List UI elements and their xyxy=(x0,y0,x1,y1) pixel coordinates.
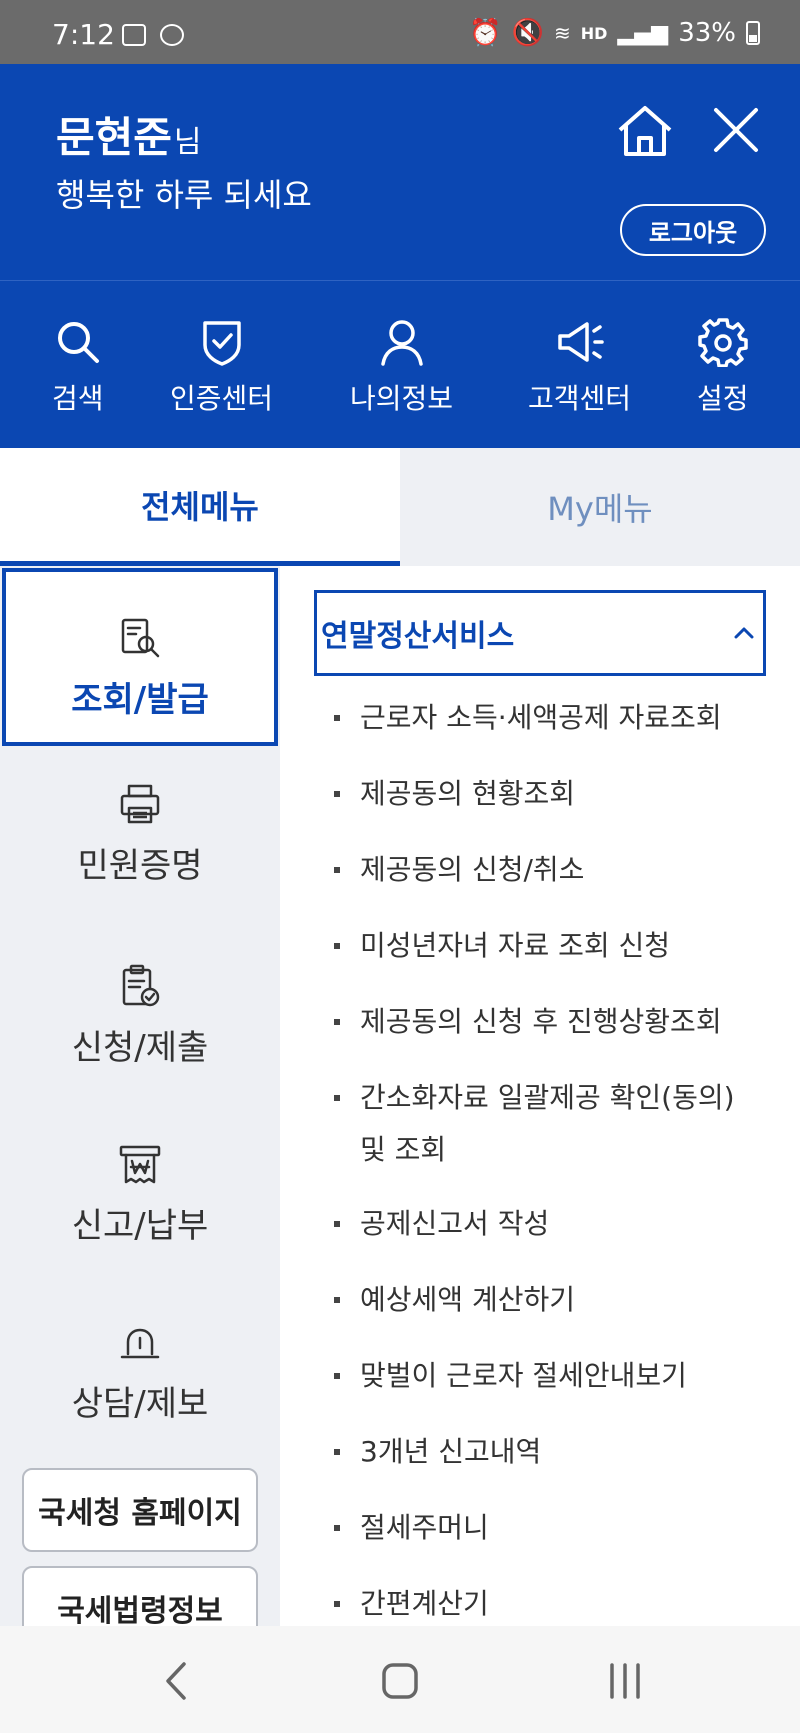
back-icon xyxy=(166,1662,186,1700)
category-inquiry-issuance[interactable]: 조회/발급 xyxy=(2,568,278,746)
category-civil-certificates[interactable]: 민원증명 xyxy=(0,782,280,887)
wifi-icon: ≋ xyxy=(554,21,571,45)
bullet-icon xyxy=(334,1095,340,1101)
quick-nav-auth-center[interactable]: 인증센터 xyxy=(170,317,273,417)
signal-icon: ▂▄▆ xyxy=(617,20,669,46)
category-label: 민원증명 xyxy=(77,846,203,886)
quick-nav-label: 검색 xyxy=(52,382,104,415)
status-time: 7:12 xyxy=(52,18,115,51)
menu-item[interactable]: 절세주머니 xyxy=(334,1502,774,1554)
category-label: 상담/제보 xyxy=(71,1384,209,1424)
section-year-end-settlement[interactable]: 연말정산서비스 xyxy=(314,590,766,676)
tab-my-menu[interactable]: My메뉴 xyxy=(400,448,800,566)
alarm-icon: ⏰ xyxy=(469,18,502,48)
bullet-icon xyxy=(334,867,340,873)
home-button[interactable] xyxy=(614,100,676,162)
quick-nav-my-info[interactable]: 나의정보 xyxy=(350,317,453,417)
tab-all-menu[interactable]: 전체메뉴 xyxy=(0,448,400,566)
battery-level: 33% xyxy=(678,18,736,48)
shield-check-icon xyxy=(202,321,241,366)
menu-header: 문현준 님 행복한 하루 되세요 로그아웃 xyxy=(0,64,800,280)
quick-nav-settings[interactable]: 설정 xyxy=(697,317,749,417)
bullet-icon xyxy=(334,1019,340,1025)
quick-nav-label: 설정 xyxy=(697,382,749,415)
gallery-notification-icon xyxy=(122,24,146,46)
category-sidebar: 조회/발급 민원증명 신청/제출 신고/납부 상담/제보 국세청 홈페이지 국세… xyxy=(0,566,280,1650)
category-label: 신청/제출 xyxy=(71,1028,209,1068)
app-notification-icon xyxy=(160,24,184,46)
category-application-submission[interactable]: 신청/제출 xyxy=(0,964,280,1069)
bullet-icon xyxy=(334,943,340,949)
quick-nav-label: 나의정보 xyxy=(350,382,454,415)
close-icon xyxy=(714,108,758,152)
logout-button[interactable]: 로그아웃 xyxy=(620,204,766,256)
bullet-icon xyxy=(334,1449,340,1455)
gear-icon xyxy=(698,318,748,367)
category-report-payment[interactable]: 신고/납부 xyxy=(0,1142,280,1247)
quick-nav-customer-center[interactable]: 고객센터 xyxy=(528,317,631,417)
bullet-icon xyxy=(334,1525,340,1531)
search-icon xyxy=(57,322,99,363)
menu-tabs: 전체메뉴 My메뉴 xyxy=(0,448,800,566)
category-label: 신고/납부 xyxy=(71,1206,209,1246)
menu-item[interactable]: 맞벌이 근로자 절세안내보기 xyxy=(334,1350,774,1402)
section-title: 연말정산서비스 xyxy=(321,619,515,654)
close-button[interactable] xyxy=(706,100,766,160)
bullet-icon xyxy=(334,1297,340,1303)
menu-item[interactable]: 공제신고서 작성 xyxy=(334,1198,774,1250)
menu-item[interactable]: 예상세액 계산하기 xyxy=(334,1274,774,1326)
document-search-icon xyxy=(121,618,160,658)
menu-item[interactable]: 근로자 소득·세액공제 자료조회 xyxy=(334,692,774,744)
menu-item[interactable]: 간소화자료 일괄제공 확인(동의) 및 조회 xyxy=(334,1072,774,1176)
chevron-up-icon xyxy=(734,627,754,639)
menu-item[interactable]: 3개년 신고내역 xyxy=(334,1426,774,1478)
greeting-text: 행복한 하루 되세요 xyxy=(56,176,312,214)
bullet-icon xyxy=(334,1373,340,1379)
system-nav-bar xyxy=(0,1626,800,1733)
user-greeting-line: 문현준 님 xyxy=(56,104,202,165)
home-nav-button[interactable] xyxy=(375,1656,425,1706)
siren-icon xyxy=(120,1328,160,1359)
bullet-icon xyxy=(334,1221,340,1227)
bullet-icon xyxy=(334,715,340,721)
nts-homepage-button[interactable]: 국세청 홈페이지 xyxy=(22,1468,258,1552)
recent-apps-icon xyxy=(610,1663,640,1699)
receipt-won-icon xyxy=(119,1145,161,1184)
bullet-icon xyxy=(334,791,340,797)
submenu-panel: 연말정산서비스 근로자 소득·세액공제 자료조회 제공동의 현황조회 제공동의 … xyxy=(280,566,800,1626)
quick-nav-label: 인증센터 xyxy=(170,382,274,415)
menu-item[interactable]: 미성년자녀 자료 조회 신청 xyxy=(334,920,774,972)
category-consult-report[interactable]: 상담/제보 xyxy=(0,1320,280,1425)
menu-item[interactable]: 간편계산기 xyxy=(334,1578,774,1626)
menu-item[interactable]: 제공동의 신청 후 진행상황조회 xyxy=(334,996,774,1048)
user-name: 문현준 xyxy=(56,113,172,162)
battery-icon xyxy=(746,21,760,45)
category-label: 조회/발급 xyxy=(71,680,209,720)
quick-nav-bar: 검색 인증센터 나의정보 고객센터 설정 xyxy=(0,280,800,448)
quick-nav-label: 고객센터 xyxy=(528,382,632,415)
user-honorific: 님 xyxy=(173,125,202,160)
person-icon xyxy=(380,320,423,366)
bullet-icon xyxy=(334,1601,340,1607)
printer-icon xyxy=(120,784,160,824)
back-button[interactable] xyxy=(152,1656,202,1706)
home-nav-icon xyxy=(382,1663,418,1699)
home-icon xyxy=(618,106,672,156)
menu-item[interactable]: 제공동의 현황조회 xyxy=(334,768,774,820)
status-bar: 7:12 ⏰ 🔇 ≋ HD ▂▄▆ 33% xyxy=(0,0,800,64)
recent-apps-button[interactable] xyxy=(600,1656,650,1706)
menu-item[interactable]: 제공동의 신청/취소 xyxy=(334,844,774,896)
mute-icon: 🔇 xyxy=(511,18,544,48)
quick-nav-search[interactable]: 검색 xyxy=(52,317,104,417)
megaphone-icon xyxy=(557,322,604,362)
hd-voice-icon: HD xyxy=(580,23,608,43)
clipboard-check-icon xyxy=(122,964,160,1007)
